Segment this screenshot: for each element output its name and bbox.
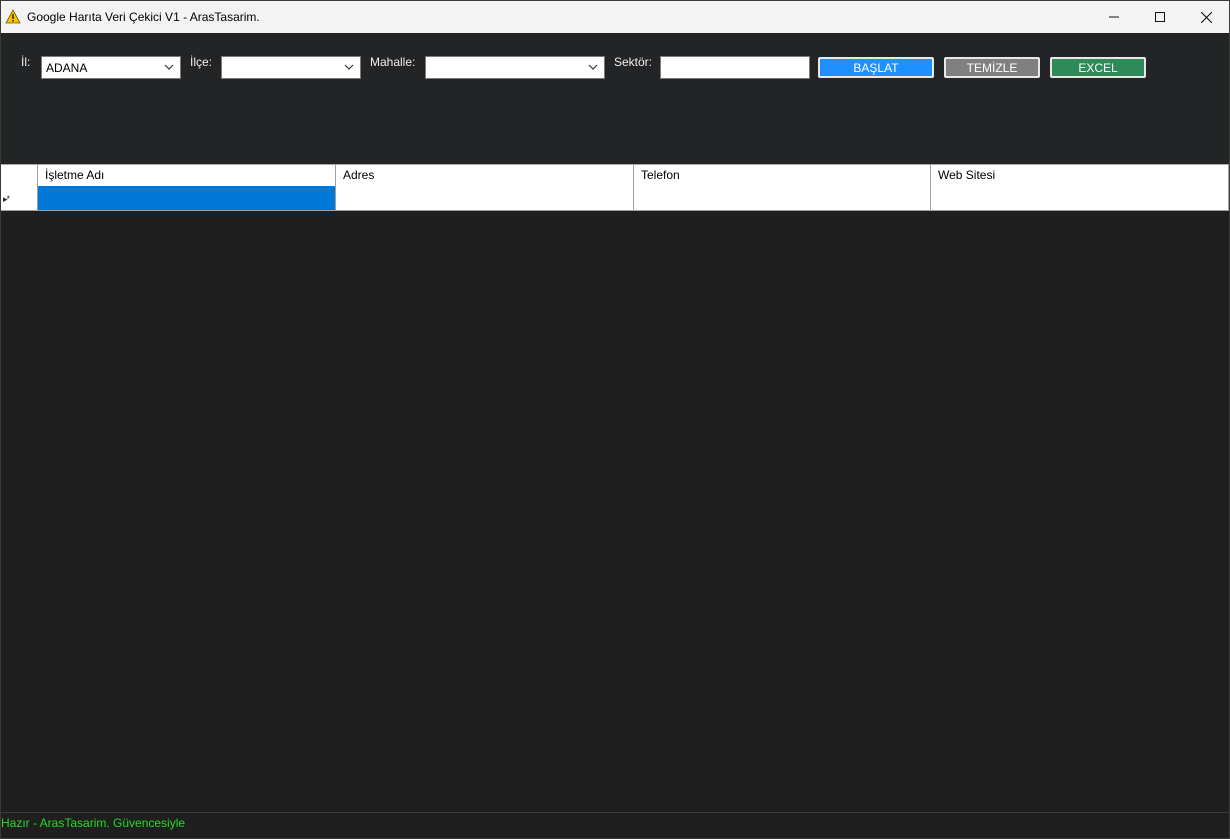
close-button[interactable] xyxy=(1183,1,1229,33)
close-icon xyxy=(1200,11,1212,23)
window-title: Google Harıta Veri Çekici V1 - ArasTasar… xyxy=(27,10,260,24)
window-controls xyxy=(1091,1,1229,33)
excel-button[interactable]: EXCEL xyxy=(1050,57,1146,78)
minimize-button[interactable] xyxy=(1091,1,1137,33)
cell-web[interactable] xyxy=(931,186,1229,211)
il-select-value: ADANA xyxy=(46,60,88,75)
chevron-down-icon xyxy=(164,64,174,70)
new-row-marker-icon: ▸* xyxy=(3,194,10,204)
column-header-isletme[interactable]: İşletme Adı xyxy=(38,165,336,187)
filter-panel: İl: ADANA İlçe: Mahalle: Sektör: BAŞLAT … xyxy=(1,33,1229,164)
warning-icon xyxy=(4,8,22,26)
start-button-label: BAŞLAT xyxy=(853,60,899,75)
status-bar: Hazır - ArasTasarim. Güvencesiyle xyxy=(1,812,1229,838)
mahalle-select[interactable] xyxy=(425,56,605,79)
il-label: İl: xyxy=(21,55,31,69)
ilce-label: İlçe: xyxy=(190,55,213,69)
minimize-icon xyxy=(1109,16,1119,18)
chevron-down-icon xyxy=(344,64,354,70)
column-header-adres[interactable]: Adres xyxy=(336,165,634,187)
excel-button-label: EXCEL xyxy=(1078,60,1118,75)
row-header[interactable]: ▸* xyxy=(1,186,38,211)
sektor-input[interactable] xyxy=(660,56,810,79)
grid-header: İşletme Adı Adres Telefon Web Sitesi xyxy=(1,164,1229,187)
status-text: Hazır - ArasTasarim. Güvencesiyle xyxy=(1,816,186,830)
cell-telefon[interactable] xyxy=(634,186,931,211)
maximize-button[interactable] xyxy=(1137,1,1183,33)
il-select[interactable]: ADANA xyxy=(41,56,181,79)
mahalle-label: Mahalle: xyxy=(370,55,416,69)
cell-adres[interactable] xyxy=(336,186,634,211)
row-header-corner[interactable] xyxy=(1,165,38,187)
ilce-select[interactable] xyxy=(221,56,361,79)
table-row[interactable]: ▸* xyxy=(1,186,1229,211)
column-header-web[interactable]: Web Sitesi xyxy=(931,165,1229,187)
sektor-label: Sektör: xyxy=(614,55,653,69)
title-bar: Google Harıta Veri Çekici V1 - ArasTasar… xyxy=(1,1,1229,33)
chevron-down-icon xyxy=(588,64,598,70)
clear-button-label: TEMİZLE xyxy=(966,60,1018,75)
start-button[interactable]: BAŞLAT xyxy=(818,57,934,78)
clear-button[interactable]: TEMİZLE xyxy=(944,57,1040,78)
column-header-telefon[interactable]: Telefon xyxy=(634,165,931,187)
maximize-icon xyxy=(1155,12,1165,22)
cell-isletme-selected[interactable] xyxy=(38,186,336,211)
app-window: Google Harıta Veri Çekici V1 - ArasTasar… xyxy=(0,0,1230,839)
